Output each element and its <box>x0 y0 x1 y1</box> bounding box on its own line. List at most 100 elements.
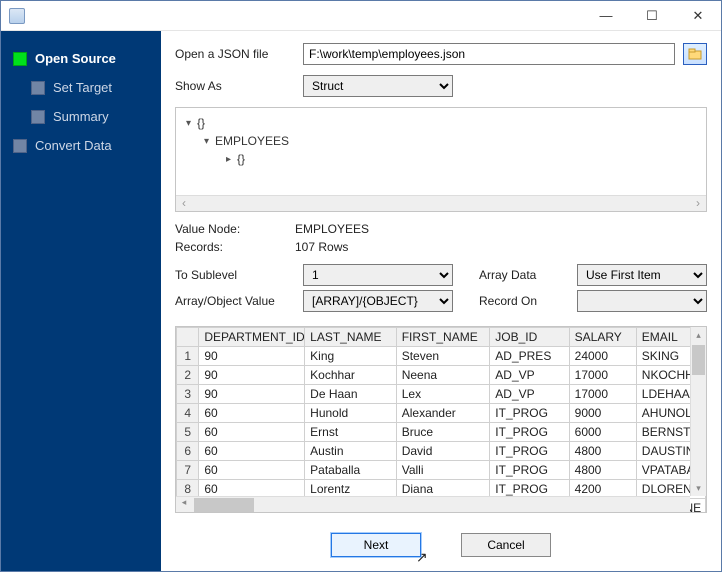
array-object-select[interactable]: [ARRAY]/{OBJECT} <box>303 290 453 312</box>
col-job-id[interactable]: JOB_ID <box>490 328 569 347</box>
grid-vertical-scrollbar[interactable]: ▴▾ <box>690 327 706 496</box>
array-object-label: Array/Object Value <box>175 294 295 308</box>
step-open-source[interactable]: Open Source <box>13 51 151 66</box>
step-set-target[interactable]: Set Target <box>31 80 151 95</box>
col-last-name[interactable]: LAST_NAME <box>305 328 397 347</box>
value-node-text: EMPLOYEES <box>295 222 369 236</box>
cell[interactable]: 60 <box>199 461 305 480</box>
minimize-button[interactable]: — <box>583 1 629 30</box>
col-first-name[interactable]: FIRST_NAME <box>396 328 490 347</box>
table-row[interactable]: 190KingStevenAD_PRES24000SKING <box>177 347 706 366</box>
data-grid[interactable]: DEPARTMENT_ID LAST_NAME FIRST_NAME JOB_I… <box>175 326 707 513</box>
cell[interactable]: AD_VP <box>490 385 569 404</box>
row-number: 3 <box>177 385 199 404</box>
cell[interactable]: De Haan <box>305 385 397 404</box>
maximize-button[interactable]: ☐ <box>629 1 675 30</box>
step-convert-data[interactable]: Convert Data <box>13 138 151 153</box>
table-row[interactable]: 460HunoldAlexanderIT_PROG9000AHUNOL <box>177 404 706 423</box>
cell[interactable]: Steven <box>396 347 490 366</box>
file-path-input[interactable] <box>303 43 675 65</box>
cell[interactable]: IT_PROG <box>490 442 569 461</box>
cell[interactable]: 90 <box>199 366 305 385</box>
array-data-select[interactable]: Use First Item <box>577 264 707 286</box>
step-summary[interactable]: Summary <box>31 109 151 124</box>
cell[interactable]: King <box>305 347 397 366</box>
cell[interactable]: 4800 <box>569 461 636 480</box>
cell[interactable]: 90 <box>199 385 305 404</box>
col-salary[interactable]: SALARY <box>569 328 636 347</box>
record-on-label: Record On <box>479 294 569 308</box>
row-number: 5 <box>177 423 199 442</box>
cell[interactable]: Bruce <box>396 423 490 442</box>
cell[interactable]: 60 <box>199 442 305 461</box>
table-row[interactable]: 660AustinDavidIT_PROG4800DAUSTIN <box>177 442 706 461</box>
cell[interactable]: 4800 <box>569 442 636 461</box>
cell[interactable]: 17000 <box>569 385 636 404</box>
close-button[interactable]: ✕ <box>675 1 721 30</box>
step-label: Open Source <box>35 51 116 66</box>
cell[interactable]: Pataballa <box>305 461 397 480</box>
table-row[interactable]: 390De HaanLexAD_VP17000LDEHAAN <box>177 385 706 404</box>
row-number: 4 <box>177 404 199 423</box>
cell[interactable]: David <box>396 442 490 461</box>
to-sublevel-label: To Sublevel <box>175 268 295 282</box>
row-number: 1 <box>177 347 199 366</box>
cell[interactable]: 6000 <box>569 423 636 442</box>
col-department-id[interactable]: DEPARTMENT_ID <box>199 328 305 347</box>
cell[interactable]: 24000 <box>569 347 636 366</box>
json-tree[interactable]: ▾{} ▾EMPLOYEES ▸{} ‹› <box>175 107 707 212</box>
cell[interactable]: IT_PROG <box>490 423 569 442</box>
cell[interactable]: IT_PROG <box>490 461 569 480</box>
cell[interactable]: Lex <box>396 385 490 404</box>
open-file-label: Open a JSON file <box>175 47 295 61</box>
step-label: Set Target <box>53 80 112 95</box>
cell[interactable]: Hunold <box>305 404 397 423</box>
table-header-row: DEPARTMENT_ID LAST_NAME FIRST_NAME JOB_I… <box>177 328 706 347</box>
cell[interactable]: Austin <box>305 442 397 461</box>
step-label: Convert Data <box>35 138 112 153</box>
next-button[interactable]: Next <box>331 533 421 557</box>
value-node-label: Value Node: <box>175 222 295 236</box>
cell[interactable]: 60 <box>199 423 305 442</box>
cell[interactable]: AD_VP <box>490 366 569 385</box>
grid-horizontal-scrollbar[interactable]: ◂ <box>176 496 690 512</box>
cell[interactable]: Ernst <box>305 423 397 442</box>
cell[interactable]: 90 <box>199 347 305 366</box>
show-as-select[interactable]: Struct <box>303 75 453 97</box>
cell[interactable]: 9000 <box>569 404 636 423</box>
app-icon <box>9 8 25 24</box>
table-row[interactable]: 290KochharNeenaAD_VP17000NKOCHH <box>177 366 706 385</box>
cell[interactable]: IT_PROG <box>490 404 569 423</box>
row-number: 7 <box>177 461 199 480</box>
folder-open-icon <box>688 48 702 60</box>
cell[interactable]: Neena <box>396 366 490 385</box>
record-on-select[interactable] <box>577 290 707 312</box>
tree-horizontal-scrollbar[interactable]: ‹› <box>176 195 706 211</box>
step-marker-icon <box>31 81 45 95</box>
step-label: Summary <box>53 109 109 124</box>
cell[interactable]: 60 <box>199 404 305 423</box>
cell[interactable]: AD_PRES <box>490 347 569 366</box>
row-header-blank <box>177 328 199 347</box>
row-number: 2 <box>177 366 199 385</box>
wizard-sidebar: Open Source Set Target Summary Convert D… <box>1 31 161 571</box>
cell[interactable]: 17000 <box>569 366 636 385</box>
app-window: — ☐ ✕ Open Source Set Target Summary Con… <box>0 0 722 572</box>
content-panel: Open a JSON file Show As Struct ▾{} ▾EMP… <box>161 31 721 571</box>
to-sublevel-select[interactable]: 1 <box>303 264 453 286</box>
tree-node-employees[interactable]: EMPLOYEES <box>215 134 289 148</box>
array-data-label: Array Data <box>479 268 569 282</box>
show-as-label: Show As <box>175 79 295 93</box>
records-text: 107 Rows <box>295 240 348 254</box>
cell[interactable]: Kochhar <box>305 366 397 385</box>
cell[interactable]: Valli <box>396 461 490 480</box>
browse-file-button[interactable] <box>683 43 707 65</box>
tree-node-root[interactable]: {} <box>197 116 205 130</box>
table-row[interactable]: 760PataballaValliIT_PROG4800VPATABAL <box>177 461 706 480</box>
table-row[interactable]: 560ErnstBruceIT_PROG6000BERNST <box>177 423 706 442</box>
step-marker-icon <box>13 52 27 66</box>
cancel-button[interactable]: Cancel <box>461 533 551 557</box>
row-number: 6 <box>177 442 199 461</box>
tree-node-child[interactable]: {} <box>237 152 245 166</box>
cell[interactable]: Alexander <box>396 404 490 423</box>
